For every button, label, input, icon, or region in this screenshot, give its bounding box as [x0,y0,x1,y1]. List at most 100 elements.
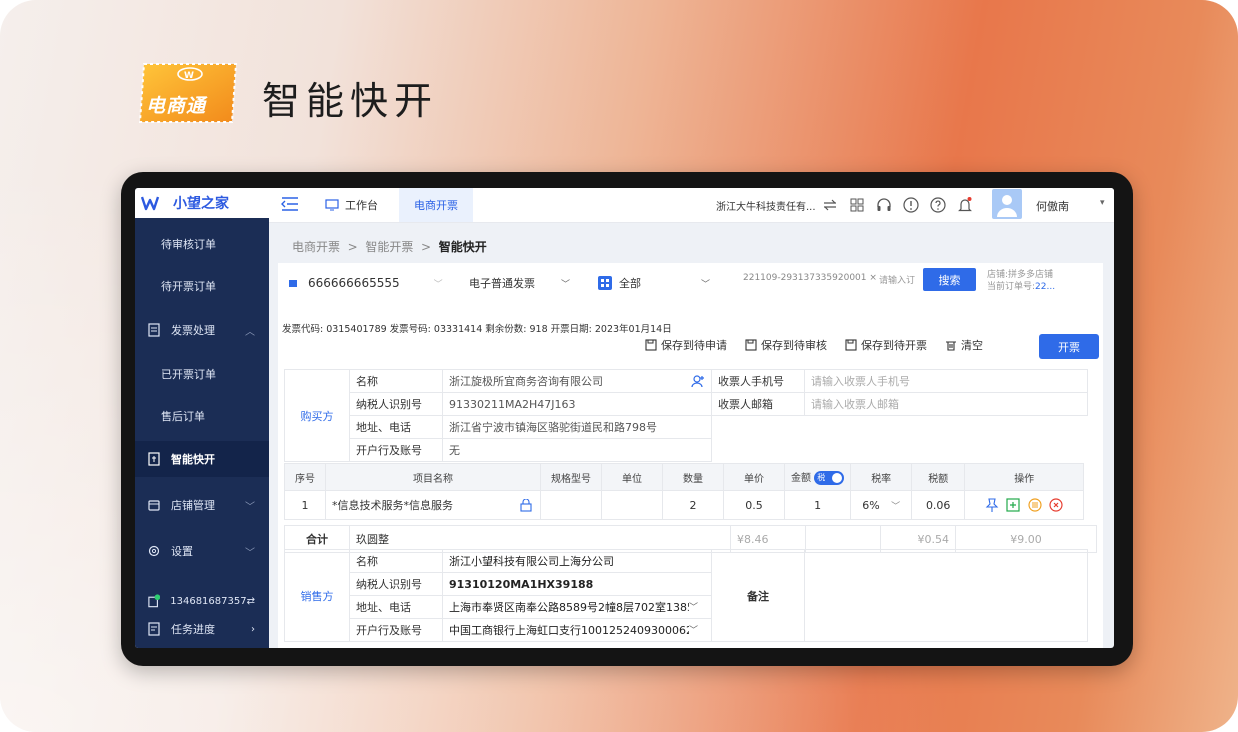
sidebar-item-invoice-processing[interactable]: 发票处理 ︿ [135,312,269,348]
sidebar-item-label: 任务进度 [171,623,215,636]
tax-amount: 0.06 [911,490,966,520]
breadcrumb-separator: > [347,240,358,254]
logo-text: 电商通 [146,95,207,117]
save-to-review-button[interactable]: 保存到待审核 [745,337,827,353]
field-value: 上海市奉贤区南奉公路8589号2幢8层702室13858C [449,601,689,614]
seller-name-field[interactable]: 浙江小望科技有限公司上海分公司 [442,549,712,573]
sidebar-item-after-sales[interactable]: 售后订单 [135,398,269,434]
store-hint-line1: 店铺:拼多多店铺 [987,270,1054,280]
info-icon[interactable] [902,196,920,214]
sidebar-item-label: 售后订单 [161,410,205,423]
bell-icon[interactable] [956,196,974,214]
issue-invoice-button[interactable]: 开票 [1039,334,1099,359]
items-table: 序号 项目名称 规格型号 单位 数量 单价 金额 税 税率 税额 操作 1 *信… [284,463,1085,520]
tax-rate-select[interactable]: 6% ﹀ [850,490,913,520]
search-button[interactable]: 搜索 [923,268,976,291]
company-switcher[interactable]: 浙江大牛科技责任有... [716,198,816,213]
button-label: 保存到待开票 [861,339,927,352]
caret-down-icon[interactable]: ▾ [1100,198,1105,208]
receiver-phone-input[interactable]: 请输入收票人手机号 [804,369,1088,393]
tax-inclusive-toggle[interactable]: 税 [814,471,845,485]
menu-collapse-icon[interactable] [281,196,299,212]
buyer-bank-field[interactable]: 无 [442,438,712,462]
document-icon [148,323,160,337]
sidebar: 小望之家 待审核订单 待开票订单 发票处理 ︿ 已开票订单 售后订单 智能快开 … [135,188,269,648]
page-headline: 智能快开 [262,79,439,123]
add-row-icon[interactable] [1006,498,1021,512]
column-header: 序号 [284,463,326,491]
unit-price-field[interactable]: 0.5 [723,490,785,520]
remark-label: 备注 [711,549,805,642]
order-filter-chip[interactable]: 221109-293137335920001 × [743,273,877,283]
user-name[interactable]: 何傲南 [1036,198,1069,214]
tab-workbench[interactable]: 工作台 [325,188,378,222]
org-icon [289,280,297,287]
trash-icon [946,341,956,351]
switch-icon[interactable] [821,196,839,214]
sidebar-item-smart-invoice[interactable]: 智能快开 [135,441,269,477]
quantity-field[interactable]: 2 [662,490,724,520]
invoice-type-value: 电子普通发票 [469,277,535,290]
app-screen: 小望之家 待审核订单 待开票订单 发票处理 ︿ 已开票订单 售后订单 智能快开 … [135,188,1114,648]
switch-icon[interactable]: ⇄ [247,596,255,607]
grid-icon[interactable] [848,196,866,214]
field-label: 收票人邮箱 [711,392,805,416]
seller-taxid-field[interactable]: 91310120MA1HX39188 [442,572,712,596]
search-input[interactable]: 请输入订 [879,273,915,286]
add-user-icon[interactable] [691,374,705,388]
flash-invoice-icon [148,452,160,466]
chevron-down-icon: ﹀ [433,279,443,290]
field-value: 浙江旋极所宜商务咨询有限公司 [449,375,603,388]
buyer-taxid-field[interactable]: 91330211MA2H47J163 [442,392,712,416]
scope-select[interactable]: 全部 ﹀ [598,273,710,293]
chevron-down-icon: ﹀ [245,501,255,513]
filter-row: 666666665555 ﹀ 电子普通发票 ﹀ 全部 ﹀ 221109-2931… [278,263,1103,303]
buyer-name-field[interactable]: 浙江旋极所宜商务咨询有限公司 [442,369,712,393]
clear-button[interactable]: 清空 [945,337,983,353]
field-label: 纳税人识别号 [349,392,443,416]
receiver-email-input[interactable]: 请输入收票人邮箱 [804,392,1088,416]
discount-icon[interactable] [1028,498,1042,512]
field-label: 开户行及账号 [349,618,443,642]
store-hint-prefix: 当前订单号: [987,282,1036,292]
invoice-card: 666666665555 ﹀ 电子普通发票 ﹀ 全部 ﹀ 221109-2931… [278,263,1103,648]
item-name-field[interactable]: *信息技术服务*信息服务 [325,490,541,520]
sidebar-item-pending-invoice[interactable]: 待开票订单 [135,268,269,304]
sidebar-item-settings[interactable]: 设置 ﹀ [135,533,269,569]
seller-address-select[interactable]: 上海市奉贤区南奉公路8589号2幢8层702室13858C﹀ [442,595,712,619]
breadcrumb-level1[interactable]: 电商开票 [292,240,340,254]
sidebar-item-store-management[interactable]: 店铺管理 ﹀ [135,487,269,523]
sidebar-item-label: 已开票订单 [161,368,216,381]
tax-number-select[interactable]: 666666665555 ﹀ [288,273,443,293]
spec-field[interactable] [540,490,602,520]
breadcrumb-level2[interactable]: 智能开票 [365,240,413,254]
seller-bank-select[interactable]: 中国工商银行上海虹口支行100125240930006297﹀ [442,618,712,642]
amount-field[interactable]: 1 [783,490,852,520]
save-to-invoice-button[interactable]: 保存到待开票 [845,337,927,353]
buyer-section-label: 购买方 [284,369,350,462]
unit-field[interactable] [601,490,663,520]
avatar[interactable] [992,189,1022,219]
invoice-type-select[interactable]: 电子普通发票 ﹀ [469,273,570,293]
save-to-apply-button[interactable]: 保存到待申请 [645,337,727,353]
pin-icon[interactable] [985,498,999,512]
store-icon [148,500,160,511]
order-number-link[interactable]: 22... [1035,282,1055,292]
lock-icon[interactable] [520,499,532,512]
brand-name: 小望之家 [173,196,229,212]
promo-poster: W 电商通 智能快开 小望之家 待审核订单 待开票订单 发票处理 ︿ 已开票订单… [0,0,1238,732]
headset-icon[interactable] [875,196,893,214]
sidebar-item-task-progress[interactable]: 任务进度 › [135,611,269,647]
sidebar-item-label: 设置 [171,545,193,558]
sidebar-item-pending-review[interactable]: 待审核订单 [135,226,269,262]
sidebar-item-label: 待开票订单 [161,280,216,293]
chevron-up-icon: ︿ [245,326,255,338]
help-icon[interactable] [929,196,947,214]
column-header: 项目名称 [325,463,541,491]
buyer-address-field[interactable]: 浙江省宁波市镇海区骆驼街道民和路798号 [442,415,712,439]
sidebar-item-invoiced-orders[interactable]: 已开票订单 [135,356,269,392]
tab-ecommerce-invoicing[interactable]: 电商开票 [399,188,473,222]
delete-row-icon[interactable] [1049,498,1064,512]
remark-input[interactable] [804,549,1088,642]
account-phone: 134681687357 [170,595,247,607]
